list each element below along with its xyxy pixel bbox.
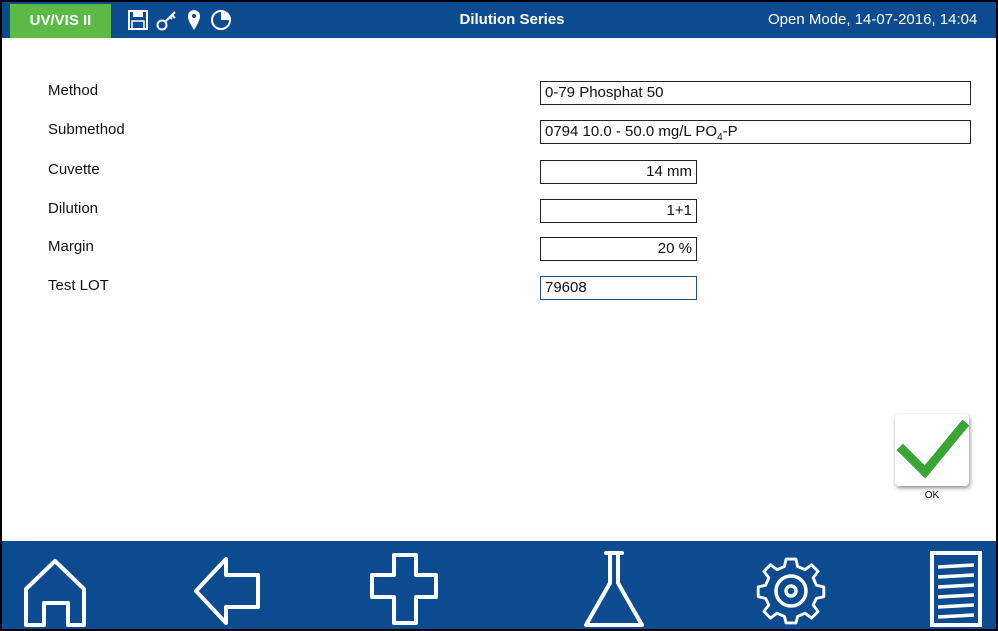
ok-button-label: OK bbox=[924, 490, 940, 501]
method-label: Method bbox=[48, 82, 99, 99]
save-icon bbox=[127, 9, 149, 31]
test-lot-label: Test LOT bbox=[48, 277, 109, 294]
dilution-label: Dilution bbox=[48, 200, 99, 217]
brand-label: UV/VIS II bbox=[10, 4, 111, 38]
submethod-value-main: 0794 10.0 - 50.0 mg/L PO bbox=[545, 123, 718, 140]
margin-value: 20 % bbox=[657, 240, 692, 257]
cuvette-value: 14 mm bbox=[646, 163, 692, 180]
location-pin-icon bbox=[185, 8, 203, 32]
menu-button[interactable] bbox=[912, 541, 996, 629]
test-lot-value: 79608 bbox=[545, 279, 587, 296]
submethod-label: Submethod bbox=[48, 121, 125, 138]
settings-button[interactable] bbox=[745, 541, 841, 629]
ok-button[interactable] bbox=[895, 414, 970, 486]
cuvette-label: Cuvette bbox=[48, 161, 100, 178]
status-icons bbox=[127, 8, 233, 32]
dilution-field[interactable]: 1+1 bbox=[540, 199, 697, 223]
cuvette-field[interactable]: 14 mm bbox=[540, 160, 697, 184]
submethod-value-tail: -P bbox=[722, 123, 738, 140]
method-value: 0-79 Phosphat 50 bbox=[545, 84, 664, 101]
timer-icon bbox=[209, 8, 233, 32]
mode-date-status: Open Mode, 14-07-2016, 14:04 bbox=[768, 11, 978, 28]
back-button[interactable] bbox=[184, 541, 280, 629]
bottom-navigation-bar bbox=[2, 541, 996, 629]
home-button[interactable] bbox=[6, 541, 102, 629]
dilution-value: 1+1 bbox=[666, 202, 692, 219]
margin-label: Margin bbox=[48, 238, 94, 255]
page-title: Dilution Series bbox=[459, 11, 565, 28]
method-field[interactable]: 0-79 Phosphat 50 bbox=[540, 81, 971, 105]
test-lot-input[interactable]: 79608 bbox=[540, 276, 697, 300]
checkmark-icon bbox=[895, 419, 970, 490]
top-bar: UV/VIS II Dilution Series Open Mode, 14-… bbox=[2, 2, 996, 38]
add-button[interactable] bbox=[358, 541, 454, 629]
submethod-field[interactable]: 0794 10.0 - 50.0 mg/L PO4-P bbox=[540, 120, 971, 144]
app-window: UV/VIS II Dilution Series Open Mode, 14-… bbox=[0, 0, 998, 631]
flask-button[interactable] bbox=[568, 541, 664, 629]
key-icon bbox=[155, 8, 179, 32]
margin-field[interactable]: 20 % bbox=[540, 237, 697, 261]
submethod-value: 0794 10.0 - 50.0 mg/L PO4-P bbox=[545, 123, 738, 143]
